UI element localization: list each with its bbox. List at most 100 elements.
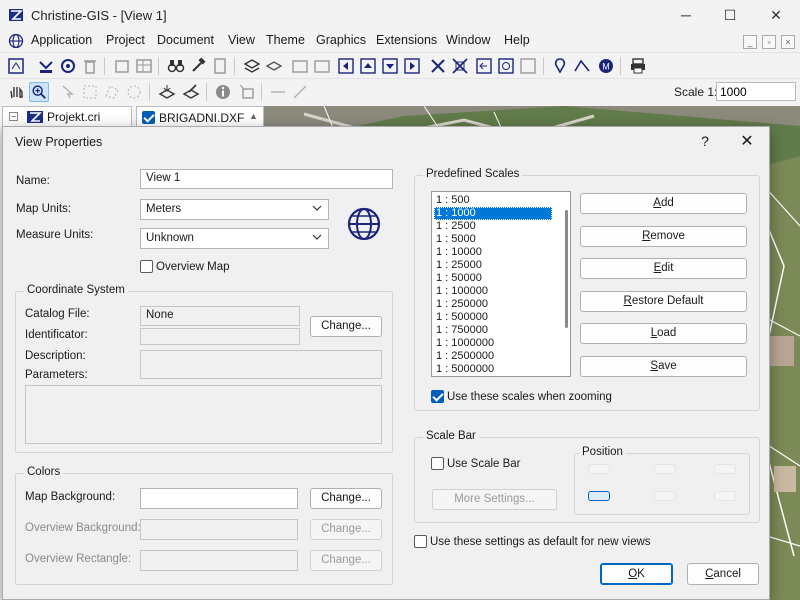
mdi-restore-button[interactable]: ▫ — [762, 35, 776, 49]
page-icon[interactable] — [210, 56, 230, 76]
minimize-button[interactable]: ─ — [664, 4, 708, 26]
name-input[interactable]: View 1 — [140, 169, 393, 189]
scale-item[interactable]: 1 : 2500000 — [434, 350, 552, 363]
print-icon[interactable] — [628, 56, 648, 76]
use-scales-checkbox[interactable] — [431, 390, 444, 403]
delete-icon[interactable] — [80, 56, 100, 76]
scale-item[interactable]: 1 : 50000 — [434, 272, 552, 285]
help-button[interactable]: ? — [695, 133, 715, 149]
zoom-full-icon[interactable] — [450, 56, 470, 76]
scale-item-selected[interactable]: 1 : 1000 — [434, 207, 552, 220]
map-units-select[interactable]: Meters — [140, 199, 329, 220]
mdi-close-button[interactable]: × — [781, 35, 795, 49]
ok-button[interactable]: OK — [600, 563, 673, 585]
mdi-minimize-button[interactable]: _ — [743, 35, 757, 49]
select-rect-icon[interactable] — [80, 82, 100, 102]
hand-pan-icon[interactable] — [6, 82, 26, 102]
overview-map-checkbox[interactable] — [140, 260, 153, 273]
maximize-button[interactable]: ☐ — [708, 4, 752, 26]
map-tool-icon[interactable] — [572, 56, 592, 76]
scale-item[interactable]: 1 : 100000 — [434, 285, 552, 298]
zoom-in-icon[interactable] — [29, 82, 49, 102]
menu-graphics[interactable]: Graphics — [316, 33, 366, 47]
move-up-icon[interactable] — [358, 56, 378, 76]
binoculars-icon[interactable] — [166, 56, 186, 76]
document-tab[interactable]: BRIGADNI.DXF ▲ — [136, 106, 264, 128]
identify-layer-icon[interactable] — [157, 82, 177, 102]
measure-units-select[interactable]: Unknown — [140, 228, 329, 249]
menu-view[interactable]: View — [228, 33, 255, 47]
scale-input[interactable] — [716, 82, 796, 101]
default-settings-checkbox[interactable] — [414, 535, 427, 548]
draw-poly-icon[interactable] — [290, 82, 310, 102]
scale-item[interactable]: 1 : 10000 — [434, 246, 552, 259]
select-poly-icon[interactable] — [102, 82, 122, 102]
globe-icon[interactable] — [8, 33, 24, 49]
close-dialog-button[interactable]: ✕ — [736, 131, 758, 151]
edit-shape-icon[interactable] — [112, 56, 132, 76]
zoom-layer-icon[interactable] — [518, 56, 538, 76]
measure-icon[interactable]: M — [596, 56, 616, 76]
scale-item[interactable]: 1 : 25000 — [434, 259, 552, 272]
menu-window[interactable]: Window — [446, 33, 490, 47]
menu-extensions[interactable]: Extensions — [376, 33, 437, 47]
scale-item[interactable]: 1 : 1000000 — [434, 337, 552, 350]
restore-default-button[interactable]: Restore Default — [580, 291, 747, 312]
use-scale-bar-checkbox[interactable] — [431, 457, 444, 470]
position-title: Position — [579, 446, 626, 458]
theme-icon[interactable] — [58, 56, 78, 76]
menu-document[interactable]: Document — [157, 33, 214, 47]
list-scrollbar[interactable] — [565, 210, 568, 328]
menu-help[interactable]: Help — [504, 33, 530, 47]
move-last-icon[interactable] — [402, 56, 422, 76]
document-visible-checkbox[interactable] — [142, 111, 155, 124]
view-properties-dialog: View Properties ? ✕ Name: View 1 Map Uni… — [2, 126, 770, 600]
save-scales-button[interactable]: Save — [580, 356, 747, 377]
info-icon[interactable] — [213, 82, 233, 102]
collapse-icon[interactable]: − — [9, 112, 18, 121]
add-scale-button[interactable]: Add — [580, 193, 747, 214]
hammer-icon[interactable] — [188, 56, 208, 76]
layer-add-icon[interactable] — [264, 56, 284, 76]
zoom-prev-icon[interactable] — [474, 56, 494, 76]
map-background-swatch[interactable] — [140, 488, 298, 509]
scale-item[interactable]: 1 : 500 — [434, 194, 552, 207]
coordinate-change-button[interactable]: Change... — [310, 316, 382, 337]
scale-item[interactable]: 1 : 750000 — [434, 324, 552, 337]
select-icon[interactable] — [58, 82, 78, 102]
scale-item[interactable]: 1 : 500000 — [434, 311, 552, 324]
scroll-up-icon[interactable]: ▲ — [249, 111, 258, 121]
zoom-extent-icon[interactable] — [428, 56, 448, 76]
remove-scale-button[interactable]: Remove — [580, 226, 747, 247]
window-title: Christine-GIS - [View 1] — [31, 8, 167, 23]
label-icon[interactable] — [237, 82, 257, 102]
edit-scale-button[interactable]: Edit — [580, 258, 747, 279]
layer-up-icon[interactable] — [290, 56, 310, 76]
project-panel[interactable]: − Projekt.cri — [2, 106, 132, 128]
draw-line-icon[interactable] — [268, 82, 288, 102]
locate-icon[interactable] — [550, 56, 570, 76]
scale-item[interactable]: 1 : 2500 — [434, 220, 552, 233]
menu-project[interactable]: Project — [106, 33, 145, 47]
select-circle-icon[interactable] — [124, 82, 144, 102]
edit-layer-icon[interactable] — [181, 82, 201, 102]
move-down-icon[interactable] — [380, 56, 400, 76]
view-icon[interactable] — [6, 56, 26, 76]
refresh-icon[interactable] — [496, 56, 516, 76]
table-icon[interactable] — [134, 56, 154, 76]
scale-label: Scale 1: — [674, 85, 718, 99]
scale-item[interactable]: 1 : 5000000 — [434, 363, 552, 376]
close-window-button[interactable]: ✕ — [754, 4, 798, 26]
move-first-icon[interactable] — [336, 56, 356, 76]
scales-list[interactable]: 1 : 500 1 : 1000 1 : 2500 1 : 5000 1 : 1… — [431, 191, 571, 377]
layers-icon[interactable] — [242, 56, 262, 76]
menu-application[interactable]: Application — [31, 33, 92, 47]
scale-item[interactable]: 1 : 250000 — [434, 298, 552, 311]
scale-item[interactable]: 1 : 5000 — [434, 233, 552, 246]
cancel-button[interactable]: Cancel — [687, 563, 759, 585]
menu-theme[interactable]: Theme — [266, 33, 305, 47]
add-theme-icon[interactable] — [36, 56, 56, 76]
layer-down-icon[interactable] — [312, 56, 332, 76]
map-background-change-button[interactable]: Change... — [310, 488, 382, 509]
load-scales-button[interactable]: Load — [580, 323, 747, 344]
